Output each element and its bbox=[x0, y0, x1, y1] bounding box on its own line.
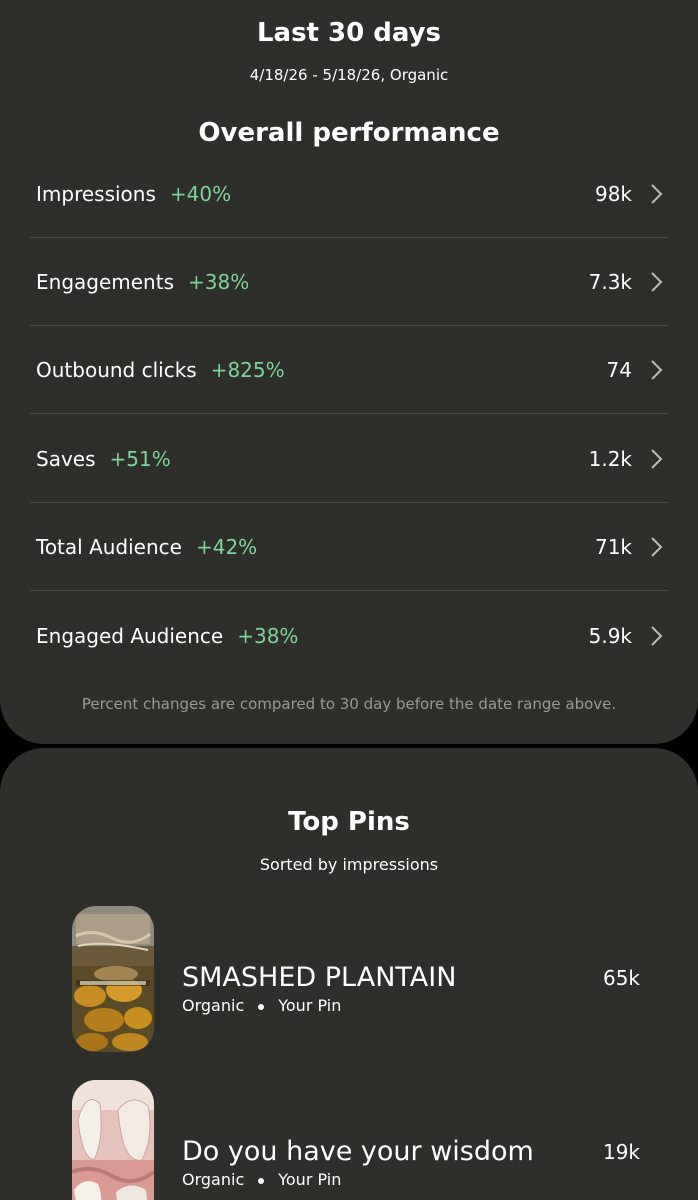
chevron-right-icon bbox=[651, 449, 663, 469]
divider bbox=[30, 413, 668, 414]
metric-row-total-audience[interactable]: Total Audience +42% 71k bbox=[30, 503, 668, 591]
period-title: Last 30 days bbox=[256, 18, 442, 48]
pin-thumbnail bbox=[72, 1080, 154, 1200]
pin-owner: Your Pin bbox=[278, 996, 342, 1015]
metric-label: Total Audience bbox=[36, 535, 182, 559]
top-pin-item[interactable]: Do you have your wisdom Organic Your Pin … bbox=[70, 1080, 670, 1200]
metric-row-impressions[interactable]: Impressions +40% 98k bbox=[30, 150, 668, 238]
metric-label: Outbound clicks bbox=[36, 358, 197, 382]
pin-source: Organic bbox=[182, 996, 245, 1015]
date-range-filter[interactable]: 4/18/26 - 5/18/26, Organic bbox=[0, 64, 698, 86]
metric-change: +38% bbox=[237, 624, 299, 648]
metric-change: +51% bbox=[109, 447, 171, 471]
metric-label: Engagements bbox=[36, 270, 174, 294]
top-pins-heading: Top Pins bbox=[288, 807, 410, 837]
overall-performance-heading: Overall performance bbox=[198, 118, 500, 148]
metric-value: 98k bbox=[594, 182, 632, 206]
comparison-footnote: Percent changes are compared to 30 day b… bbox=[81, 695, 617, 713]
pin-meta: Organic Your Pin bbox=[182, 994, 341, 1018]
divider bbox=[30, 590, 668, 591]
pin-title: Do you have your wisdom bbox=[182, 1136, 534, 1167]
metric-change: +825% bbox=[210, 358, 285, 382]
chevron-right-icon bbox=[651, 626, 663, 646]
pin-impressions: 65k bbox=[602, 966, 640, 990]
overview-card: Last 30 days 4/18/26 - 5/18/26, Organic … bbox=[0, 0, 698, 744]
metric-row-engaged-audience[interactable]: Engaged Audience +38% 5.9k bbox=[30, 592, 668, 680]
chevron-right-icon bbox=[651, 272, 663, 292]
sort-order-label: Sorted by impressions bbox=[259, 855, 439, 874]
metric-value: 7.3k bbox=[588, 270, 632, 294]
chevron-right-icon bbox=[651, 537, 663, 557]
metric-label: Saves bbox=[36, 447, 96, 471]
metric-row-engagements[interactable]: Engagements +38% 7.3k bbox=[30, 238, 668, 326]
metric-label: Engaged Audience bbox=[36, 624, 224, 648]
pin-title: SMASHED PLANTAIN bbox=[182, 962, 457, 993]
metric-change: +38% bbox=[188, 270, 250, 294]
pin-impressions: 19k bbox=[602, 1140, 640, 1164]
metric-value: 71k bbox=[594, 535, 632, 559]
pin-source: Organic bbox=[182, 1170, 245, 1189]
metric-change: +40% bbox=[169, 182, 232, 206]
pin-meta: Organic Your Pin bbox=[182, 1168, 341, 1192]
chevron-right-icon bbox=[651, 184, 663, 204]
metric-row-outbound-clicks[interactable]: Outbound clicks +825% 74 bbox=[30, 326, 668, 414]
metric-row-saves[interactable]: Saves +51% 1.2k bbox=[30, 415, 668, 503]
metric-label: Impressions bbox=[36, 182, 156, 206]
separator-dot bbox=[258, 1177, 265, 1184]
separator-dot bbox=[258, 1003, 265, 1010]
top-pin-item[interactable]: SMASHED PLANTAIN Organic Your Pin 65k bbox=[70, 906, 670, 1054]
metric-value: 1.2k bbox=[588, 447, 632, 471]
pin-owner: Your Pin bbox=[278, 1170, 342, 1189]
metric-change: +42% bbox=[195, 535, 258, 559]
top-pins-card: Top Pins Sorted by impressions SMASHED P… bbox=[0, 748, 698, 1200]
metric-value: 5.9k bbox=[588, 624, 632, 648]
chevron-right-icon bbox=[651, 360, 663, 380]
pin-thumbnail bbox=[72, 906, 154, 1052]
metric-value: 74 bbox=[606, 358, 632, 382]
